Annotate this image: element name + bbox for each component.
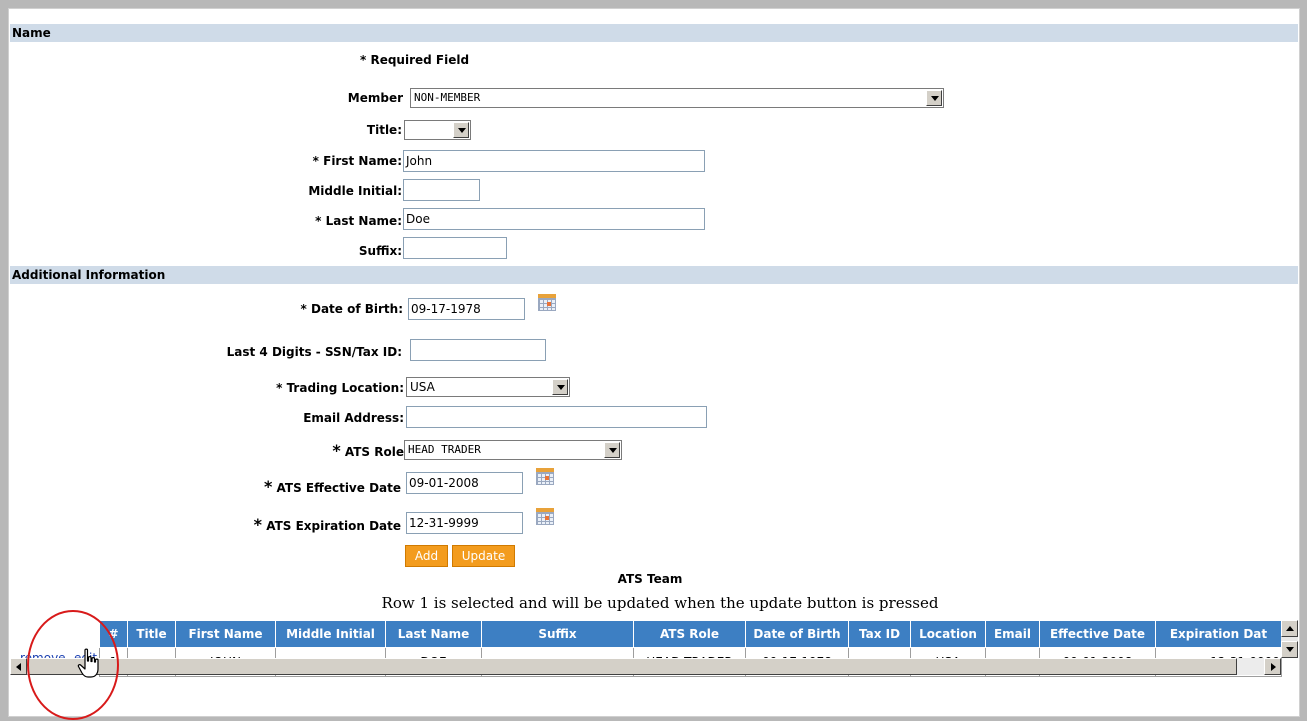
dob-input[interactable]: 09-17-1978 xyxy=(408,298,525,320)
chevron-down-icon[interactable] xyxy=(926,90,942,106)
team-selection-message: Row 1 is selected and will be updated wh… xyxy=(381,594,939,612)
scroll-right-icon[interactable] xyxy=(1264,658,1281,675)
email-input[interactable] xyxy=(406,406,707,428)
highlight-annotation-circle xyxy=(27,610,119,720)
suffix-input[interactable] xyxy=(403,237,507,259)
member-select[interactable]: NON-MEMBER xyxy=(410,88,944,108)
team-title: ATS Team xyxy=(617,572,683,586)
chevron-down-icon[interactable] xyxy=(552,379,568,395)
chevron-down-icon[interactable] xyxy=(453,122,469,138)
column-header-location[interactable]: Location xyxy=(910,620,986,648)
calendar-icon[interactable] xyxy=(535,507,555,527)
required-star: * xyxy=(253,515,263,534)
middle-initial-label: Middle Initial: xyxy=(308,184,402,198)
last-name-input[interactable]: Doe xyxy=(403,208,705,230)
scroll-left-icon[interactable] xyxy=(10,658,27,675)
calendar-icon[interactable] xyxy=(535,467,555,487)
ssn-input[interactable] xyxy=(410,339,546,361)
column-header-first-name[interactable]: First Name xyxy=(175,620,276,648)
required-field-note: * Required Field xyxy=(360,53,470,67)
column-header-suffix[interactable]: Suffix xyxy=(481,620,634,648)
scroll-down-icon[interactable] xyxy=(1281,641,1298,658)
ats-effective-label: * ATS Effective Date xyxy=(220,477,401,496)
title-label: Title: xyxy=(366,123,402,137)
ats-effective-input[interactable]: 09-01-2008 xyxy=(406,472,523,494)
member-label: Member xyxy=(347,91,403,105)
member-select-value: NON-MEMBER xyxy=(414,91,481,104)
required-star: * xyxy=(263,477,273,496)
column-header-last-name[interactable]: Last Name xyxy=(385,620,482,648)
calendar-icon[interactable] xyxy=(537,293,557,313)
column-header-ats-role[interactable]: ATS Role xyxy=(633,620,746,648)
ats-role-label: * ATS Role xyxy=(240,441,404,460)
ats-role-label-text: ATS Role xyxy=(344,445,404,459)
hand-cursor-icon xyxy=(77,648,99,678)
first-name-label: * First Name: xyxy=(312,154,402,168)
window-frame-bottom xyxy=(0,717,1307,721)
section-header-name: Name xyxy=(10,24,1298,42)
ats-role-select[interactable]: HEAD TRADER xyxy=(404,440,622,460)
column-header-date-of-birth[interactable]: Date of Birth xyxy=(745,620,849,648)
last-name-label: * Last Name: xyxy=(315,214,402,228)
column-header-tax-id[interactable]: Tax ID xyxy=(848,620,911,648)
middle-initial-input[interactable] xyxy=(403,179,480,201)
add-button[interactable]: Add xyxy=(405,545,448,567)
ats-expiration-label: * ATS Expiration Date xyxy=(220,515,401,534)
horizontal-scroll-thumb[interactable] xyxy=(27,658,1237,675)
trading-location-value: USA xyxy=(410,380,435,394)
update-button[interactable]: Update xyxy=(452,545,515,567)
table-header-row: # Title First Name Middle Initial Last N… xyxy=(99,620,1282,648)
trading-location-select[interactable]: USA xyxy=(406,377,570,397)
dob-label: * Date of Birth: xyxy=(300,302,403,316)
email-label: Email Address: xyxy=(303,411,404,425)
ats-role-value: HEAD TRADER xyxy=(408,443,481,456)
first-name-input[interactable]: John xyxy=(403,150,705,172)
ssn-label: Last 4 Digits - SSN/Tax ID: xyxy=(226,345,402,359)
column-header-title[interactable]: Title xyxy=(127,620,176,648)
window-frame-left xyxy=(0,0,8,721)
column-header-effective-date[interactable]: Effective Date xyxy=(1039,620,1156,648)
vertical-scrollbar[interactable] xyxy=(1281,620,1298,658)
ats-expiration-input[interactable]: 12-31-9999 xyxy=(406,512,523,534)
column-header-expiration-date[interactable]: Expiration Dat xyxy=(1155,620,1282,648)
window-frame-top xyxy=(0,0,1307,8)
window-frame-right xyxy=(1300,0,1307,721)
scroll-up-icon[interactable] xyxy=(1281,620,1298,637)
column-header-email[interactable]: Email xyxy=(985,620,1040,648)
section-header-additional: Additional Information xyxy=(10,266,1298,284)
ats-expiration-label-text: ATS Expiration Date xyxy=(266,519,401,533)
column-header-middle-initial[interactable]: Middle Initial xyxy=(275,620,386,648)
trading-location-label: * Trading Location: xyxy=(276,381,404,395)
required-star: * xyxy=(332,441,341,460)
title-select[interactable] xyxy=(404,120,471,140)
ats-effective-label-text: ATS Effective Date xyxy=(276,481,401,495)
suffix-label: Suffix: xyxy=(358,244,402,258)
chevron-down-icon[interactable] xyxy=(604,442,620,458)
